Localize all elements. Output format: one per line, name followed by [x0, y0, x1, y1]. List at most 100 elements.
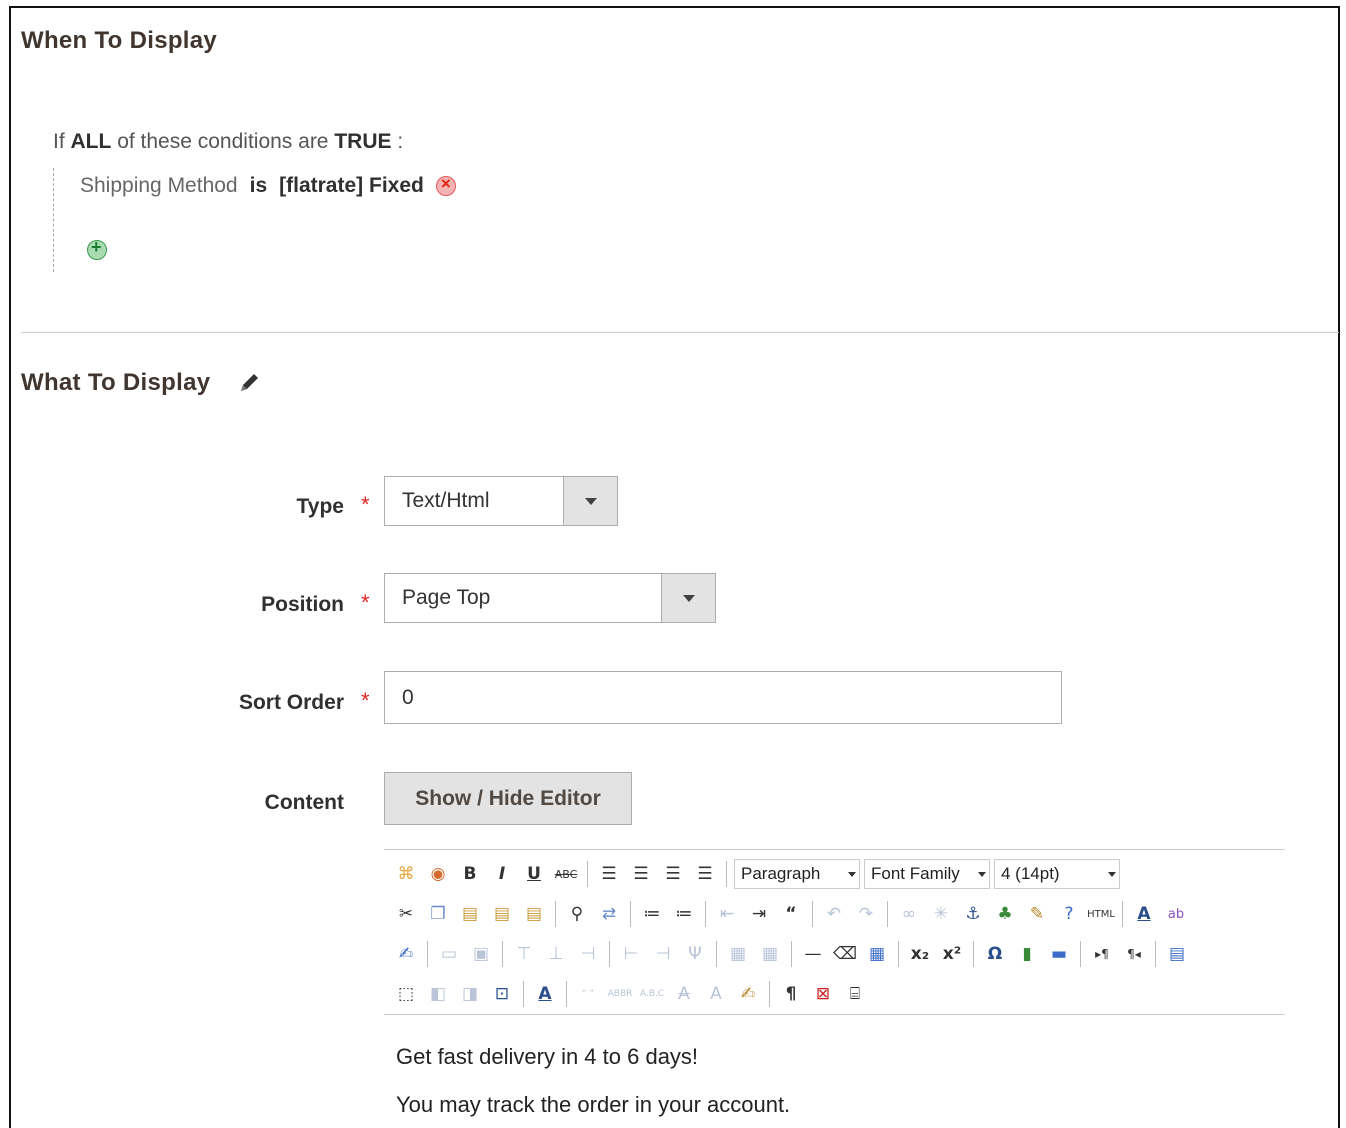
fullscreen-icon[interactable]: ▤: [1163, 940, 1191, 968]
condition-operator[interactable]: is: [250, 174, 268, 198]
paste-icon[interactable]: ▤: [456, 900, 484, 928]
conditions-header: If ALL of these conditions are TRUE :: [53, 130, 403, 154]
redo-icon[interactable]: ↷: [852, 900, 880, 928]
insert-layer-icon[interactable]: ⬚: [392, 980, 420, 1008]
cell-props-icon[interactable]: ▣: [467, 940, 495, 968]
copy-icon[interactable]: ❐: [424, 900, 452, 928]
chevron-down-icon: [661, 574, 715, 622]
sort-order-input[interactable]: 0: [384, 671, 1062, 724]
toolbar-row-2: ✂ ❐ ▤ ▤ ▤ ⚲ ⇄ ≔ ≔ ⇤ ⇥ “ ↶ ↷ ∞ ✳ ⚓ ♣ ✎ ? …: [392, 896, 1190, 932]
superscript-icon[interactable]: x²: [938, 940, 966, 968]
condition-item: Shipping Method is [flatrate] Fixed: [80, 174, 456, 198]
value-select[interactable]: TRUE: [334, 130, 391, 153]
italic-icon[interactable]: I: [488, 860, 516, 888]
page-break-icon[interactable]: ⌸: [841, 980, 869, 1008]
table-icon[interactable]: ▦: [863, 940, 891, 968]
row-props-icon[interactable]: ▭: [435, 940, 463, 968]
delete-col-icon[interactable]: Ψ: [681, 940, 709, 968]
toolbar-separator: [587, 861, 588, 887]
condition-value[interactable]: [flatrate] Fixed: [279, 174, 424, 198]
toolbar-row-4: ⬚ ◧ ◨ ⊡ A “ ” ABBR A.B.C A A ✍ ¶ ⊠ ⌸: [392, 976, 869, 1012]
type-select[interactable]: Text/Html: [384, 476, 618, 526]
replace-icon[interactable]: ⇄: [595, 900, 623, 928]
horizontal-rule-icon[interactable]: —: [799, 940, 827, 968]
row-after-icon[interactable]: ⊥: [542, 940, 570, 968]
help-icon[interactable]: ?: [1055, 900, 1083, 928]
toolbar-separator: [726, 861, 727, 887]
image-icon[interactable]: ◉: [424, 860, 452, 888]
background-color-icon[interactable]: ab: [1162, 900, 1190, 928]
acronym-icon[interactable]: A.B.C: [638, 980, 666, 1008]
toolbar-separator: [887, 901, 888, 927]
aggregator-select[interactable]: ALL: [71, 130, 112, 153]
unlink-icon[interactable]: ✳: [927, 900, 955, 928]
styles-icon[interactable]: A: [531, 980, 559, 1008]
non-breaking-icon[interactable]: ⊠: [809, 980, 837, 1008]
cut-icon[interactable]: ✂: [392, 900, 420, 928]
when-to-display-title: When To Display: [21, 27, 218, 54]
html-source-icon[interactable]: HTML: [1087, 900, 1115, 928]
paste-word-icon[interactable]: ▤: [520, 900, 548, 928]
align-center-icon[interactable]: ☰: [627, 860, 655, 888]
media-icon[interactable]: ▮: [1013, 940, 1041, 968]
toolbar-separator: [566, 981, 567, 1007]
cite-icon[interactable]: “ ”: [574, 980, 602, 1008]
add-condition-icon[interactable]: [87, 237, 107, 260]
indent-icon[interactable]: ⇥: [745, 900, 773, 928]
find-icon[interactable]: ⚲: [563, 900, 591, 928]
move-backward-icon[interactable]: ◨: [456, 980, 484, 1008]
ltr-icon[interactable]: ▸¶: [1088, 940, 1116, 968]
show-blocks-icon[interactable]: ¶: [777, 980, 805, 1008]
pencil-icon[interactable]: [236, 370, 262, 396]
link-icon[interactable]: ∞: [895, 900, 923, 928]
attributes-icon[interactable]: ✍: [734, 980, 762, 1008]
strikethrough-icon[interactable]: ABC: [552, 860, 580, 888]
merge-cells-icon[interactable]: ▦: [756, 940, 784, 968]
blockquote-icon[interactable]: “: [777, 900, 805, 928]
toolbar-separator: [1080, 941, 1081, 967]
delete-text-icon[interactable]: A: [670, 980, 698, 1008]
show-hide-editor-button[interactable]: Show / Hide Editor: [384, 772, 632, 825]
split-cells-icon[interactable]: ▦: [724, 940, 752, 968]
advanced-hr-icon[interactable]: ▬: [1045, 940, 1073, 968]
outdent-icon[interactable]: ⇤: [713, 900, 741, 928]
wysiwyg-editor[interactable]: ⌘ ◉ B I U ABC ☰ ☰ ☰ ☰ Paragraph Font Fam…: [384, 849, 1285, 1128]
delete-row-icon[interactable]: ⊣: [574, 940, 602, 968]
anchor-icon[interactable]: ⚓: [959, 900, 987, 928]
font-size-select[interactable]: 4 (14pt): [994, 859, 1120, 889]
insert-text-icon[interactable]: A: [702, 980, 730, 1008]
move-forward-icon[interactable]: ◧: [424, 980, 452, 1008]
undo-icon[interactable]: ↶: [820, 900, 848, 928]
bullet-list-icon[interactable]: ≔: [638, 900, 666, 928]
position-label: Position: [261, 593, 344, 616]
paste-text-icon[interactable]: ▤: [488, 900, 516, 928]
toolbar-separator: [502, 941, 503, 967]
col-before-icon[interactable]: ⊢: [617, 940, 645, 968]
numbered-list-icon[interactable]: ≔: [670, 900, 698, 928]
font-family-select[interactable]: Font Family: [864, 859, 990, 889]
underline-icon[interactable]: U: [520, 860, 548, 888]
format-select[interactable]: Paragraph: [734, 859, 860, 889]
cleanup-icon[interactable]: ✎: [1023, 900, 1051, 928]
bold-icon[interactable]: B: [456, 860, 484, 888]
subscript-icon[interactable]: x₂: [906, 940, 934, 968]
special-char-icon[interactable]: Ω: [981, 940, 1009, 968]
rtl-icon[interactable]: ¶◂: [1120, 940, 1148, 968]
insert-image-icon[interactable]: ♣: [991, 900, 1019, 928]
align-right-icon[interactable]: ☰: [659, 860, 687, 888]
position-select[interactable]: Page Top: [384, 573, 716, 623]
remove-format-icon[interactable]: ⌫: [831, 940, 859, 968]
widget-icon[interactable]: ⌘: [392, 860, 420, 888]
what-to-display-header: What To Display: [21, 369, 262, 397]
abbr-icon[interactable]: ABBR: [606, 980, 634, 1008]
visual-aid-icon[interactable]: ✍: [392, 940, 420, 968]
col-after-icon[interactable]: ⊣: [649, 940, 677, 968]
align-justify-icon[interactable]: ☰: [691, 860, 719, 888]
remove-condition-icon[interactable]: [435, 174, 456, 196]
conditions-middle: of these conditions are: [117, 130, 329, 153]
absolute-icon[interactable]: ⊡: [488, 980, 516, 1008]
type-select-value: Text/Html: [402, 489, 490, 512]
align-left-icon[interactable]: ☰: [595, 860, 623, 888]
row-before-icon[interactable]: ⊤: [510, 940, 538, 968]
text-color-icon[interactable]: A: [1130, 900, 1158, 928]
